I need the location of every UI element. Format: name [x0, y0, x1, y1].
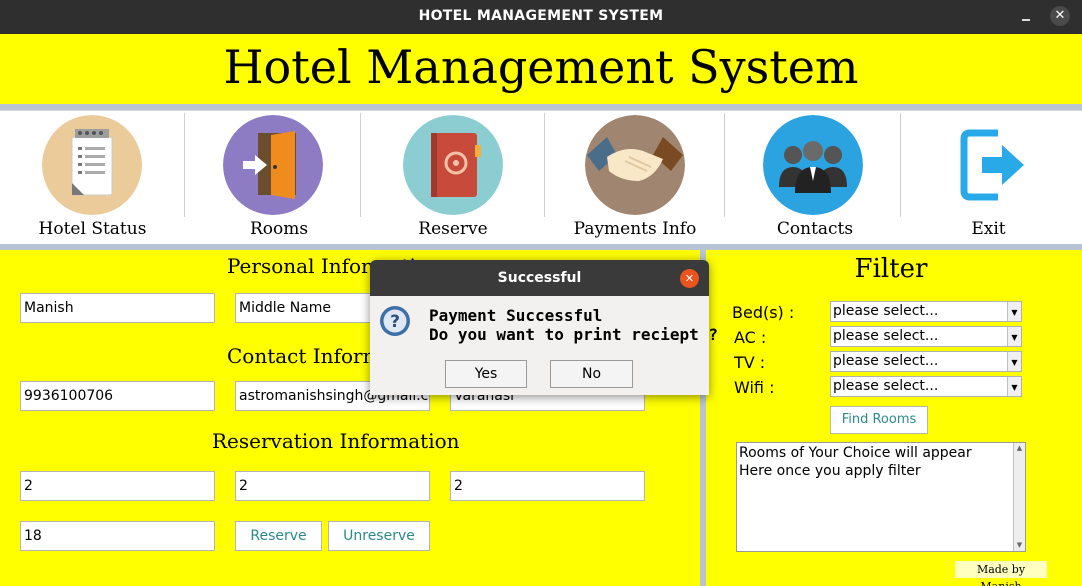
main-nav: Hotel Status Rooms Reserve Payments Info…	[0, 110, 1082, 244]
window-close-button[interactable]: ✕	[1050, 6, 1070, 26]
nav-label-hotel-status: Hotel Status	[38, 219, 147, 239]
dialog-title: Successful	[497, 270, 582, 286]
results-scrollbar[interactable]: ▲ ▼	[1013, 443, 1025, 551]
window-title: HOTEL MANAGEMENT SYSTEM	[418, 8, 664, 24]
app-header: Hotel Management System	[0, 34, 1082, 104]
rooms-results-textarea[interactable]: Rooms of Your Choice will appear Here on…	[736, 442, 1026, 552]
reservation-field-4[interactable]: 18	[20, 521, 215, 551]
tv-label: TV :	[734, 353, 766, 372]
nav-payments-info-button[interactable]	[545, 113, 725, 217]
find-rooms-button[interactable]: Find Rooms	[830, 406, 928, 434]
nav-label-exit: Exit	[971, 219, 1006, 239]
nav-label-rooms: Rooms	[249, 219, 309, 239]
nav-contacts-button[interactable]	[725, 113, 901, 217]
svg-text:?: ?	[390, 312, 400, 332]
chevron-down-icon: ▼	[1007, 302, 1021, 321]
wifi-select-value: please select...	[833, 378, 939, 394]
people-icon	[762, 115, 863, 215]
unreserve-button[interactable]: Unreserve	[328, 521, 430, 551]
minimize-button[interactable]	[1018, 8, 1034, 24]
ac-select-value: please select...	[833, 328, 939, 344]
ac-label: AC :	[734, 328, 767, 347]
window-titlebar: HOTEL MANAGEMENT SYSTEM ✕	[0, 0, 1082, 34]
nav-label-contacts: Contacts	[776, 219, 854, 239]
beds-select[interactable]: please select... ▼	[830, 301, 1022, 322]
tv-select-value: please select...	[833, 353, 939, 369]
nav-label-reserve: Reserve	[418, 219, 488, 239]
app-heading: Hotel Management System	[223, 40, 859, 94]
beds-label: Bed(s) :	[732, 303, 795, 322]
nav-exit-button[interactable]	[901, 113, 1082, 217]
dialog-message-line1: Payment Successful	[429, 306, 603, 325]
first-name-field[interactable]: Manish	[20, 293, 215, 323]
chevron-down-icon: ▼	[1007, 327, 1021, 346]
dialog-close-button[interactable]: ✕	[680, 269, 699, 288]
scroll-up-icon[interactable]: ▲	[1014, 443, 1025, 454]
rooms-results-text: Rooms of Your Choice will appear Here on…	[739, 445, 972, 479]
handshake-icon	[584, 115, 685, 215]
phone-field[interactable]: 9936100706	[20, 381, 215, 411]
nav-hotel-status-button[interactable]	[0, 113, 185, 217]
clipboard-icon	[42, 115, 142, 215]
book-icon	[402, 115, 503, 215]
reservation-info-heading: Reservation Information	[212, 429, 460, 453]
exit-icon	[960, 129, 1024, 201]
beds-select-value: please select...	[833, 303, 939, 319]
wifi-select[interactable]: please select... ▼	[830, 376, 1022, 397]
no-button[interactable]: No	[550, 360, 633, 388]
dialog-titlebar: Successful ✕	[370, 260, 709, 296]
dialog-message-line2: Do you want to print reciept ?	[429, 325, 718, 344]
reservation-field-1[interactable]: 2	[20, 471, 215, 501]
chevron-down-icon: ▼	[1007, 377, 1021, 396]
credit-label: Made by Manish	[955, 561, 1047, 586]
question-icon: ?	[380, 306, 410, 336]
wifi-label: Wifi :	[734, 378, 775, 397]
chevron-down-icon: ▼	[1007, 352, 1021, 371]
nav-label-payments-info: Payments Info	[573, 219, 697, 239]
reservation-field-2[interactable]: 2	[235, 471, 430, 501]
ac-select[interactable]: please select... ▼	[830, 326, 1022, 347]
nav-rooms-button[interactable]	[185, 113, 361, 217]
payment-success-dialog: Successful ✕ ? Payment Successful Do you…	[370, 260, 718, 395]
scroll-down-icon[interactable]: ▼	[1014, 540, 1025, 551]
door-icon	[222, 115, 323, 215]
reservation-field-3[interactable]: 2	[450, 471, 645, 501]
filter-heading: Filter	[854, 254, 928, 284]
yes-button[interactable]: Yes	[445, 360, 527, 388]
dialog-message: Payment Successful Do you want to print …	[429, 306, 718, 344]
reserve-button[interactable]: Reserve	[235, 521, 322, 551]
nav-reserve-button[interactable]	[361, 113, 545, 217]
tv-select[interactable]: please select... ▼	[830, 351, 1022, 372]
